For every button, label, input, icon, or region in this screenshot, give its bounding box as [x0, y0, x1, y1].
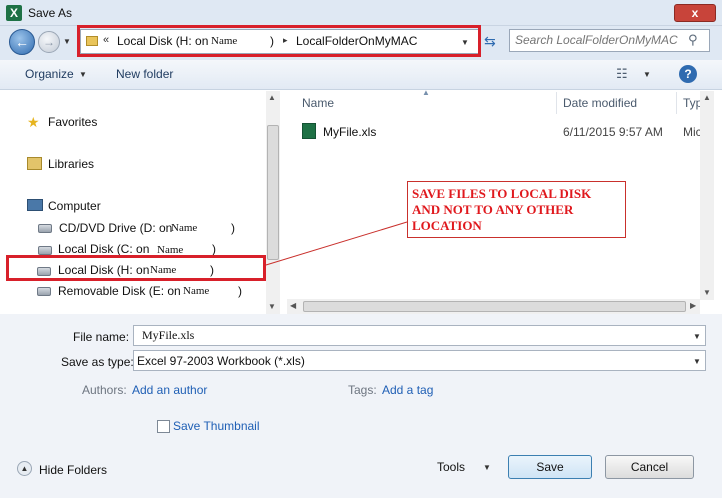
file-list-scroll-thumb[interactable] [303, 301, 686, 312]
annotation-text: SAVE FILES TO LOCAL DISK AND NOT TO ANY … [412, 186, 592, 233]
add-author-link[interactable]: Add an author [132, 383, 207, 397]
file-list-scroll-left-icon[interactable]: ◀ [290, 301, 296, 310]
nav-item-computer[interactable]: Computer [48, 199, 101, 213]
file-list-scroll-right-icon[interactable]: ▶ [690, 301, 696, 310]
recent-locations-chevron-down-icon[interactable]: ▼ [63, 37, 71, 46]
computer-icon [27, 199, 43, 211]
save-button[interactable]: Save [508, 455, 592, 479]
nav-scroll-thumb[interactable] [267, 125, 279, 260]
organize-chevron-down-icon[interactable]: ▼ [79, 70, 87, 79]
help-icon[interactable]: ? [679, 65, 697, 83]
views-chevron-down-icon[interactable]: ▼ [643, 70, 651, 79]
nav-item-libraries[interactable]: Libraries [48, 157, 94, 171]
save-thumbnail-label[interactable]: Save Thumbnail [173, 419, 260, 433]
e-host-name: Name [183, 285, 210, 297]
file-row-name[interactable]: MyFile.xls [323, 125, 376, 139]
save-as-type-chevron-down-icon[interactable]: ▼ [693, 357, 701, 366]
save-thumbnail-checkbox[interactable] [157, 420, 170, 433]
column-header-date-modified[interactable]: Date modified [563, 96, 637, 110]
forward-button[interactable]: → [38, 31, 60, 53]
file-name-label: File name: [73, 330, 130, 344]
search-icon[interactable]: ⚲ [688, 32, 698, 48]
annotation-callout: SAVE FILES TO LOCAL DISK AND NOT TO ANY … [407, 181, 626, 238]
organize-button[interactable]: Organize [25, 67, 74, 81]
column-separator[interactable] [676, 92, 677, 114]
dvd-paren: ) [231, 221, 235, 235]
libraries-icon [27, 157, 42, 170]
file-row-date: 6/11/2015 9:57 AM [563, 125, 663, 139]
tags-label: Tags: [348, 383, 377, 397]
nav-item-local-disk-c[interactable]: Local Disk (C: on [58, 242, 149, 256]
nav-item-dvd-drive[interactable]: CD/DVD Drive (D: on [59, 221, 172, 235]
close-button[interactable]: x [674, 4, 716, 22]
refresh-icon[interactable]: ⇆ [484, 33, 496, 50]
save-as-type-select[interactable]: Excel 97-2003 Workbook (*.xls) [133, 350, 706, 371]
save-as-type-label: Save as type: [61, 355, 134, 369]
back-button[interactable]: ← [9, 29, 35, 55]
local-disk-h-highlight [6, 255, 266, 281]
address-bar-highlight [77, 25, 481, 57]
favorites-star-icon: ★ [27, 114, 40, 130]
file-list-scroll-down-icon[interactable]: ▼ [703, 288, 711, 297]
window-title: Save As [28, 6, 73, 20]
tools-button[interactable]: Tools [437, 460, 465, 474]
forward-arrow-icon: → [43, 35, 55, 49]
back-arrow-icon: ← [15, 34, 29, 50]
nav-item-favorites[interactable]: Favorites [48, 115, 97, 129]
removable-disk-icon [37, 287, 51, 296]
new-folder-button[interactable]: New folder [116, 67, 173, 81]
nav-scroll-down-icon[interactable]: ▼ [268, 302, 276, 311]
file-name-input[interactable] [133, 325, 706, 346]
nav-item-removable-disk-e[interactable]: Removable Disk (E: on [58, 284, 181, 298]
change-view-icon[interactable]: ☷ [616, 66, 628, 82]
command-toolbar [0, 60, 722, 90]
tools-chevron-down-icon[interactable]: ▼ [483, 463, 491, 472]
file-list-scroll-up-icon[interactable]: ▲ [703, 93, 711, 102]
search-input[interactable] [515, 33, 685, 47]
excel-app-icon: X [6, 5, 22, 21]
title-bar [0, 0, 722, 26]
hide-folders-chevron-up-icon[interactable]: ▲ [17, 461, 32, 476]
file-name-chevron-down-icon[interactable]: ▼ [693, 332, 701, 341]
hide-folders-button[interactable]: Hide Folders [39, 463, 107, 477]
column-separator[interactable] [556, 92, 557, 114]
c-paren: ) [212, 242, 216, 256]
nav-scroll-up-icon[interactable]: ▲ [268, 93, 276, 102]
excel-file-icon[interactable] [302, 123, 316, 139]
dvd-drive-icon [38, 224, 52, 233]
local-disk-c-icon [38, 246, 52, 255]
add-tag-link[interactable]: Add a tag [382, 383, 433, 397]
e-paren: ) [238, 284, 242, 298]
column-header-name[interactable]: Name [302, 96, 334, 110]
dvd-host-name: Name [171, 222, 198, 234]
authors-label: Authors: [82, 383, 127, 397]
sort-ascending-icon: ▲ [422, 88, 430, 97]
file-list-vertical-scrollbar[interactable] [700, 91, 714, 300]
cancel-button[interactable]: Cancel [605, 455, 694, 479]
